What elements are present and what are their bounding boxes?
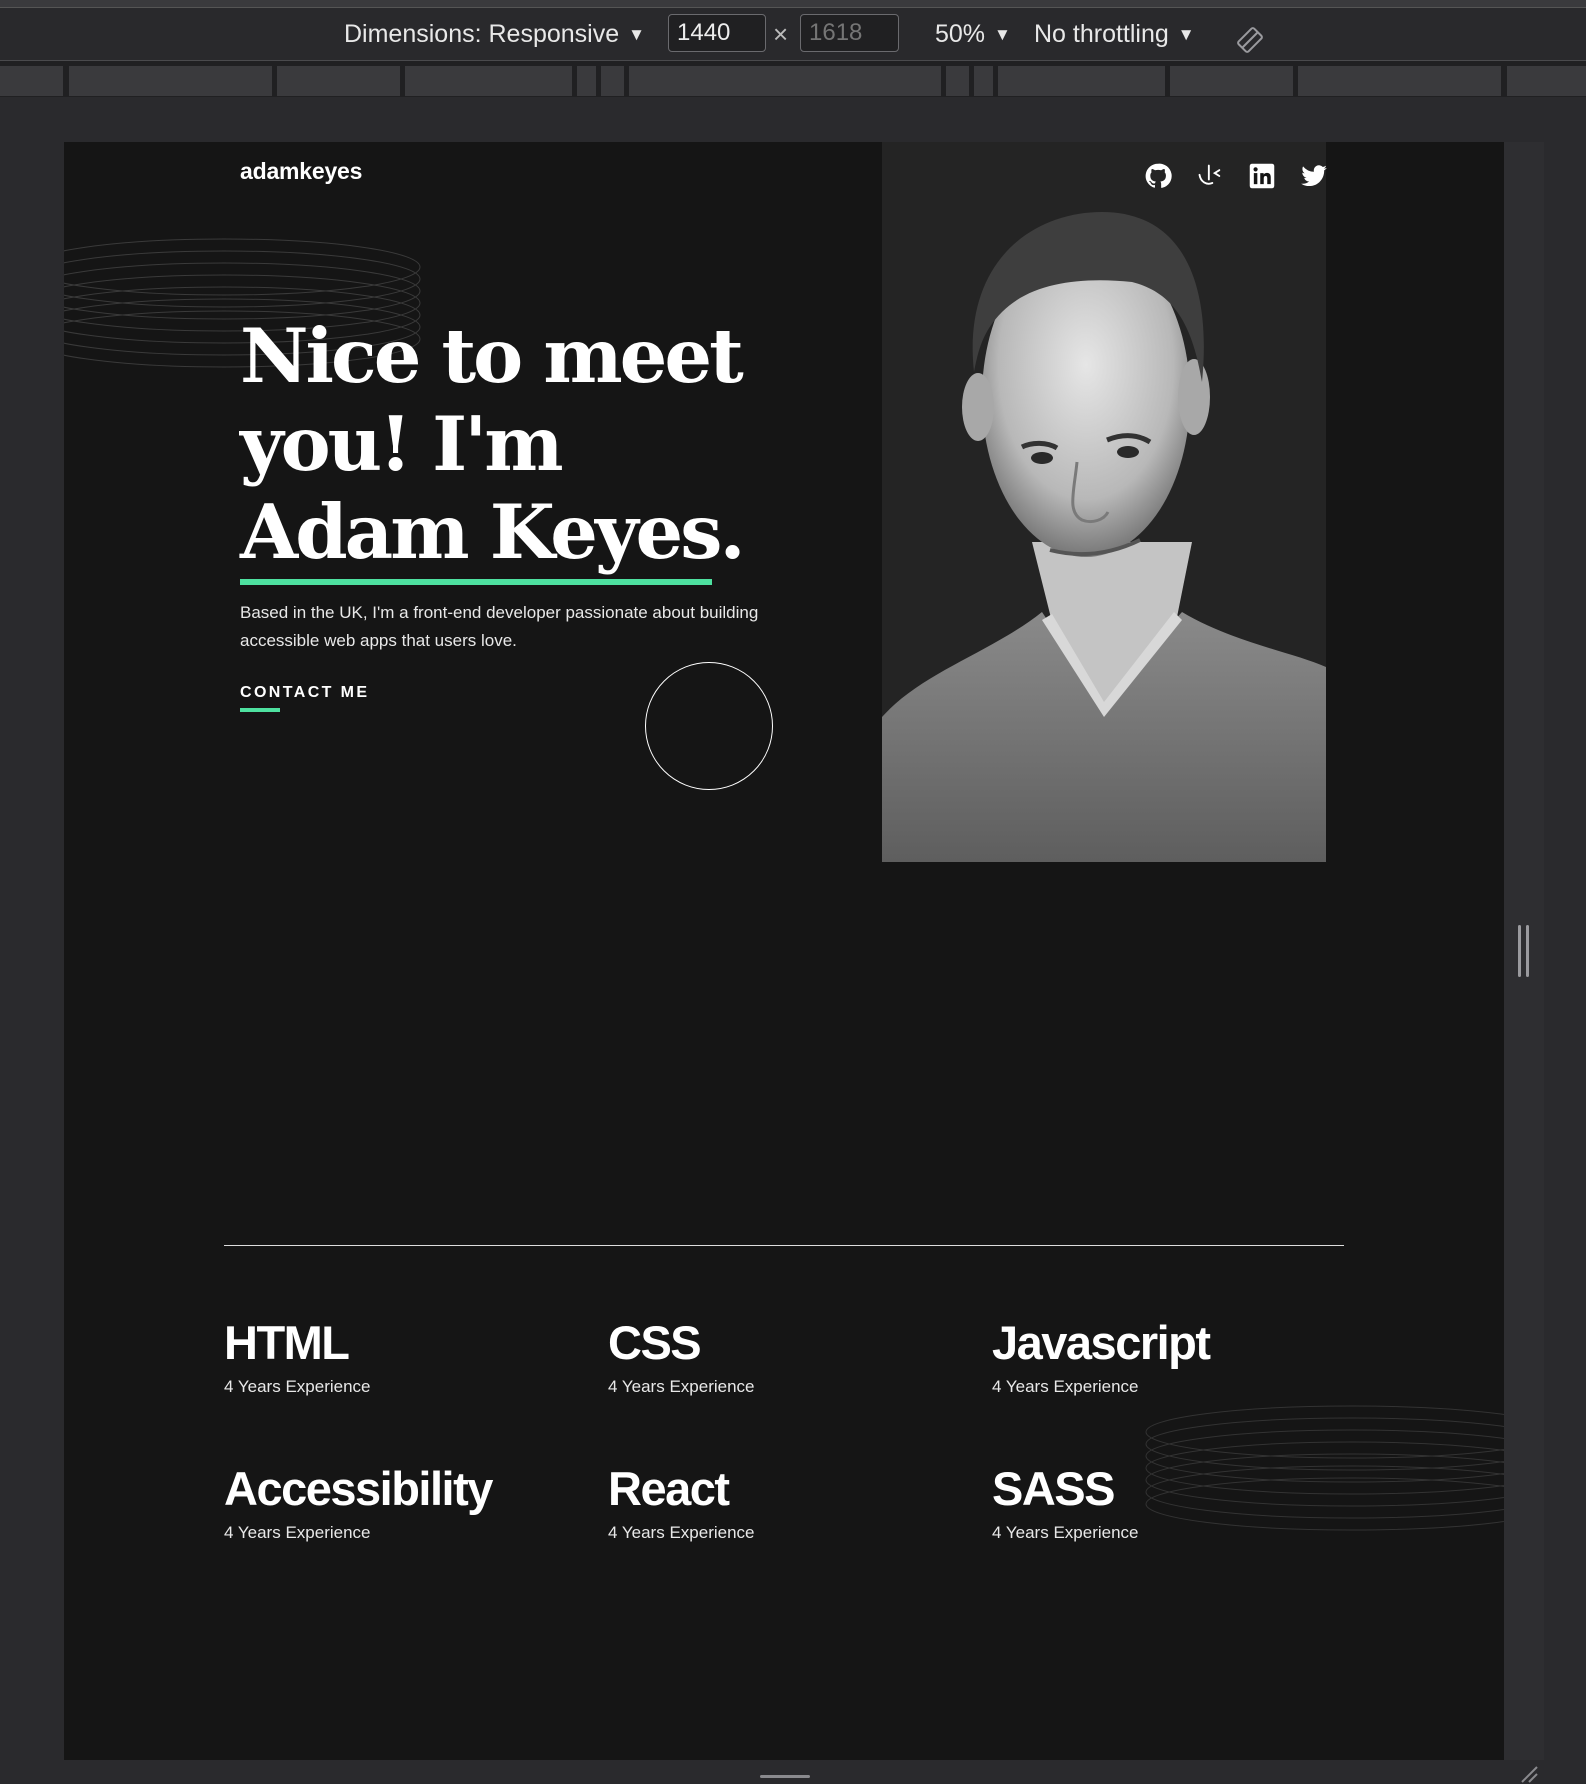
skill-experience: 4 Years Experience bbox=[224, 1523, 371, 1542]
zoom-dropdown[interactable]: 50% ▼ bbox=[935, 8, 1011, 60]
profile-photo bbox=[882, 212, 1326, 862]
social-links bbox=[1144, 162, 1328, 194]
headline-line: Adam Keyes. bbox=[240, 488, 746, 576]
skill-name: Accessibility bbox=[224, 1462, 493, 1515]
circle-decoration bbox=[645, 662, 773, 790]
chevron-down-icon: ▼ bbox=[994, 25, 1011, 44]
profile-photo-panel bbox=[882, 142, 1326, 862]
ruler-segment[interactable] bbox=[946, 66, 969, 96]
width-input[interactable] bbox=[668, 14, 766, 52]
ruler-segment[interactable] bbox=[69, 66, 272, 96]
dimensions-label: Dimensions: Responsive bbox=[344, 20, 620, 48]
height-resize-handle[interactable] bbox=[760, 1775, 810, 1778]
skill-item: Accessibility 4 Years Experience bbox=[224, 1463, 564, 1543]
contact-me-link[interactable]: CONTACT ME bbox=[240, 684, 369, 702]
section-divider bbox=[224, 1245, 1344, 1246]
corner-resize-handle[interactable] bbox=[1518, 1763, 1538, 1783]
skill-item: Javascript 4 Years Experience bbox=[992, 1317, 1332, 1397]
skill-name: React bbox=[608, 1462, 730, 1515]
contact-underline bbox=[240, 708, 280, 712]
skill-item: HTML 4 Years Experience bbox=[224, 1317, 564, 1397]
rotate-icon[interactable] bbox=[1236, 26, 1264, 54]
skill-name: CSS bbox=[608, 1316, 702, 1369]
ruler-segment[interactable] bbox=[1170, 66, 1293, 96]
skill-experience: 4 Years Experience bbox=[224, 1377, 371, 1396]
skill-experience: 4 Years Experience bbox=[992, 1377, 1139, 1396]
ruler-segment[interactable] bbox=[601, 66, 624, 96]
times-icon: × bbox=[773, 19, 789, 49]
headline-line: you! I'm bbox=[240, 400, 564, 488]
skill-name: Javascript bbox=[992, 1316, 1211, 1369]
ruler-segment[interactable] bbox=[405, 66, 572, 96]
dimensions-dropdown[interactable]: Dimensions: Responsive ▼ bbox=[344, 8, 645, 60]
frontend-mentor-icon[interactable] bbox=[1196, 162, 1224, 190]
ruler-segment[interactable] bbox=[629, 66, 941, 96]
ruler-segment[interactable] bbox=[0, 66, 63, 96]
linkedin-icon[interactable] bbox=[1248, 162, 1276, 190]
width-resize-handle[interactable] bbox=[1518, 925, 1530, 977]
ruler-segment[interactable] bbox=[577, 66, 596, 96]
rings-decoration bbox=[1145, 1405, 1504, 1531]
devtools-top-border bbox=[0, 0, 1586, 8]
skill-experience: 4 Years Experience bbox=[608, 1377, 755, 1396]
throttling-label: No throttling bbox=[1034, 20, 1169, 48]
ruler-segment[interactable] bbox=[998, 66, 1165, 96]
device-toolbar: Dimensions: Responsive ▼ × 50% ▼ No thrott… bbox=[0, 8, 1586, 61]
hero-headline: Nice to meet you! I'm Adam Keyes. bbox=[240, 312, 800, 576]
emulated-viewport: adamkeyes Nice to meet you! I'm Adam Key… bbox=[64, 142, 1504, 1760]
throttling-dropdown[interactable]: No throttling ▼ bbox=[1034, 8, 1195, 60]
ruler-segment[interactable] bbox=[974, 66, 993, 96]
site-logo[interactable]: adamkeyes bbox=[240, 158, 362, 185]
chevron-down-icon: ▼ bbox=[1177, 25, 1195, 44]
height-input[interactable] bbox=[800, 14, 899, 52]
media-query-ruler[interactable] bbox=[0, 61, 1586, 97]
ruler-segment[interactable] bbox=[277, 66, 400, 96]
chevron-down-icon: ▼ bbox=[628, 25, 645, 44]
ruler-segment[interactable] bbox=[1298, 66, 1501, 96]
hero-intro: Based in the UK, I'm a front-end develop… bbox=[240, 603, 759, 650]
headline-line: Nice to meet bbox=[240, 312, 744, 400]
skill-name: HTML bbox=[224, 1316, 350, 1369]
twitter-icon[interactable] bbox=[1300, 162, 1328, 190]
skill-item: React 4 Years Experience bbox=[608, 1463, 948, 1543]
skill-item: CSS 4 Years Experience bbox=[608, 1317, 948, 1397]
name-underline bbox=[240, 579, 712, 585]
skill-experience: 4 Years Experience bbox=[608, 1523, 755, 1542]
ruler-segment[interactable] bbox=[1507, 66, 1586, 96]
github-icon[interactable] bbox=[1144, 162, 1172, 190]
zoom-label: 50% bbox=[935, 20, 986, 48]
